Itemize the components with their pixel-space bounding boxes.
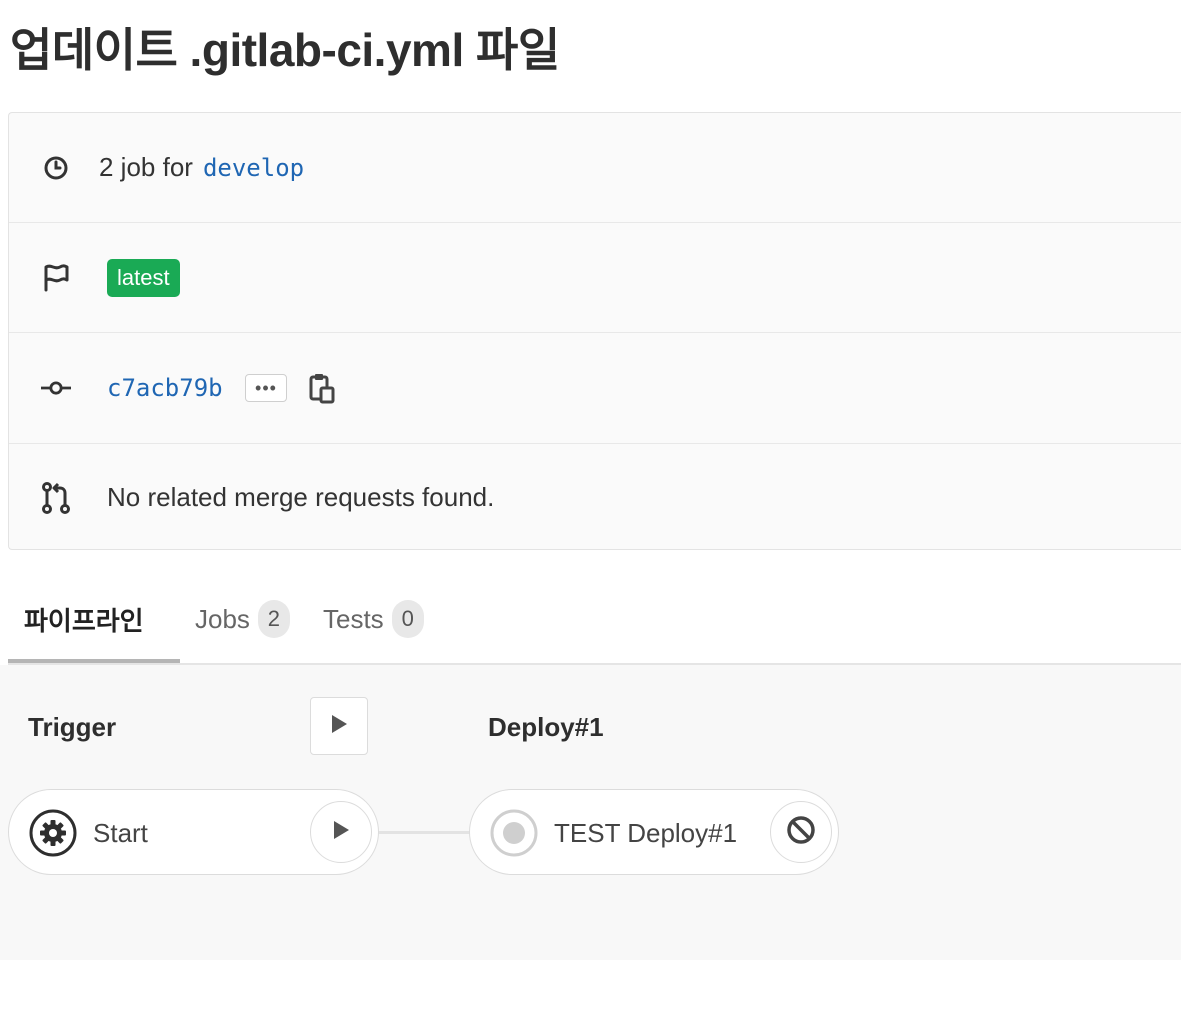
job-cancel-button[interactable] [770,801,832,863]
job-name-start: Start [93,817,148,848]
active-tab-indicator [8,659,180,663]
play-icon [330,714,348,739]
job-name-test-deploy: TEST Deploy#1 [554,817,738,848]
pipeline-info-panel: 2 job for develop latest c7acb79b ••• No… [8,112,1181,550]
gear-icon [29,809,77,857]
commit-description-toggle-button[interactable]: ••• [245,374,287,402]
tab-jobs-label: Jobs [195,603,250,634]
job-test-deploy[interactable]: TEST Deploy#1 [469,789,839,875]
commit-sha-link[interactable]: c7acb79b [107,374,223,402]
info-row-merge-requests: No related merge requests found. [9,444,1181,551]
flag-icon [41,263,71,293]
tab-tests[interactable]: Tests 0 [323,575,424,663]
copy-clipboard-icon[interactable] [307,371,337,405]
latest-badge: latest [107,258,180,297]
merge-request-icon [41,481,71,514]
job-start[interactable]: Start [8,789,379,875]
info-row-jobs: 2 job for develop [9,113,1181,223]
jobs-count-badge: 2 [257,600,290,638]
jobs-summary: 2 job for develop [99,152,304,183]
skipped-icon [490,809,538,857]
info-row-commit: c7acb79b ••• [9,333,1181,444]
stage-play-button[interactable] [310,697,368,755]
tests-count-badge: 0 [391,600,424,638]
commit-icon [41,373,71,403]
job-play-button[interactable] [310,801,372,863]
tab-pipeline[interactable]: 파이프라인 [24,575,144,663]
cancel-icon [786,815,816,850]
tab-tests-label: Tests [323,603,384,634]
clock-icon [41,153,71,183]
page-title: 업데이트 .gitlab-ci.yml 파일 [10,24,560,76]
merge-requests-text: No related merge requests found. [107,482,495,512]
jobs-count-text: 2 job for [99,152,193,182]
play-icon [332,820,350,845]
stage-title-trigger: Trigger [28,712,117,742]
stage-connector [378,831,470,834]
tab-jobs[interactable]: Jobs 2 [195,575,290,663]
pipeline-tabs: 파이프라인 Jobs 2 Tests 0 [8,575,1181,665]
tab-pipeline-label: 파이프라인 [24,605,144,636]
stage-title-deploy: Deploy#1 [488,712,604,742]
info-row-badges: latest [9,223,1181,333]
branch-link[interactable]: develop [203,154,304,182]
